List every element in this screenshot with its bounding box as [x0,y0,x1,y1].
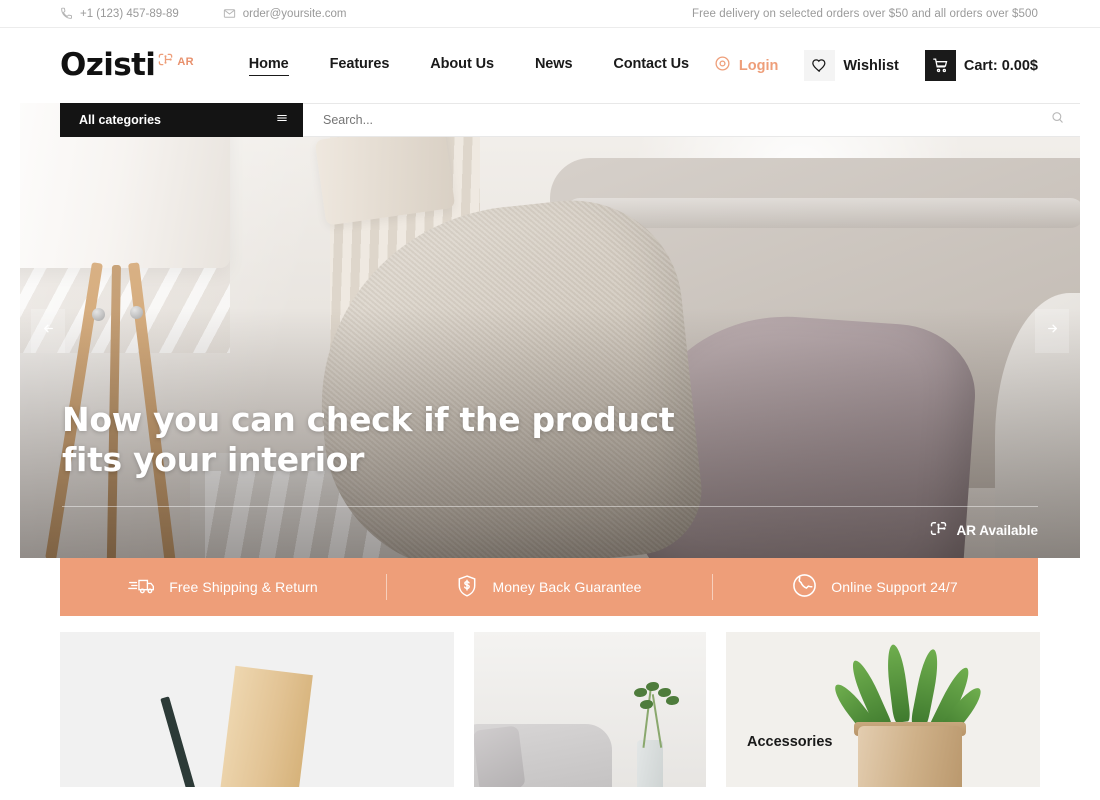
nav-item-features[interactable]: Features [330,56,390,75]
logo-ar-text: AR [177,56,194,68]
feature-free-shipping: Free Shipping & Return [60,575,386,599]
category-card-accessories[interactable]: Accessories [726,632,1040,787]
phone-support-icon [792,573,817,601]
feature-online-support: Online Support 24/7 [712,573,1038,601]
logo-ar-badge: AR [157,52,194,72]
topbar-phone-text: +1 (123) 457-89-89 [80,7,179,20]
ar-available-badge: AR Available [62,507,1038,558]
category-card-accessories-label: Accessories [747,734,833,750]
login-label: Login [738,57,779,74]
slider-prev-button[interactable] [31,308,65,353]
category-cards: Accessories [0,616,1100,787]
site-header: Ozisti AR Home Features About Us News Co… [0,28,1100,103]
heart-icon [804,50,836,81]
magnifier-icon[interactable] [1050,110,1065,130]
shopping-cart-icon [924,50,956,81]
ar-cube-icon [929,520,948,540]
hero-title-line-2: fits your interior [62,439,365,479]
arrow-right-icon [1045,322,1060,340]
all-categories-dropdown[interactable]: All categories [60,103,303,137]
main-navigation: Home Features About Us News Contact Us [224,56,714,76]
header-actions: Login Wishlist Cart: 0.00$ [714,50,1038,81]
logo-text: Ozisti [60,47,156,83]
user-circle-icon [714,55,731,76]
nav-item-news[interactable]: News [535,56,573,75]
topbar-phone[interactable]: +1 (123) 457-89-89 [60,7,179,20]
shield-dollar-icon [456,574,478,601]
delivery-truck-icon [128,575,155,599]
all-categories-label: All categories [79,113,161,127]
phone-icon [60,7,73,20]
logo[interactable]: Ozisti AR [60,50,194,81]
nav-item-about-us[interactable]: About Us [430,56,494,75]
feature-online-support-label: Online Support 24/7 [831,579,958,595]
feature-money-back: Money Back Guarantee [386,574,712,601]
envelope-icon [223,7,236,20]
nav-item-home[interactable]: Home [248,56,289,76]
ar-cube-icon [157,52,174,72]
feature-money-back-label: Money Back Guarantee [492,579,642,595]
category-card-2[interactable] [474,632,706,787]
slider-next-button[interactable] [1035,308,1069,353]
hero-content: Now you can check if the product fits yo… [62,400,1038,559]
top-bar: +1 (123) 457-89-89 order@yoursite.com Fr… [0,0,1100,28]
nav-item-contact-us[interactable]: Contact Us [613,56,689,75]
search-bar: All categories [60,103,1080,137]
cart-button[interactable]: Cart: 0.00$ [924,50,1038,81]
wishlist-label: Wishlist [843,57,899,74]
topbar-email-text: order@yoursite.com [242,7,347,20]
wishlist-button[interactable]: Wishlist [804,50,899,81]
search-field-wrapper[interactable] [303,103,1080,137]
hero-slider: Now you can check if the product fits yo… [20,103,1080,558]
features-bar: Free Shipping & Return Money Back Guaran… [60,558,1038,616]
topbar-promo: Free delivery on selected orders over $5… [691,7,1038,20]
feature-free-shipping-label: Free Shipping & Return [169,579,318,595]
ar-available-label: AR Available [956,522,1038,538]
hero-title-line-1: Now you can check if the product [62,399,675,439]
arrow-left-icon [41,322,56,340]
category-card-1[interactable] [60,632,454,787]
search-input[interactable] [323,113,1050,127]
topbar-email[interactable]: order@yoursite.com [223,7,347,20]
hero-title: Now you can check if the product fits yo… [62,400,1038,481]
cart-label: Cart: 0.00$ [963,57,1038,74]
login-button[interactable]: Login [714,55,778,76]
hamburger-menu-icon [275,111,289,129]
